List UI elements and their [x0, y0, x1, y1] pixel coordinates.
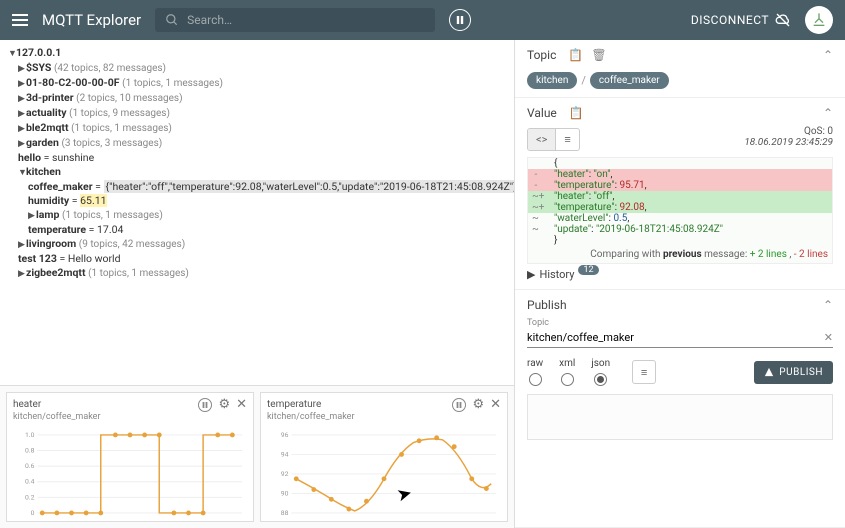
svg-text:0.6: 0.6: [25, 462, 35, 470]
tree-item[interactable]: ▶3d-printer (2 topics, 10 messages): [8, 91, 506, 106]
chart-subtitle: kitchen/coffee_maker: [13, 412, 247, 422]
history-toggle[interactable]: ▶ History 12: [527, 268, 833, 281]
publish-textarea[interactable]: [527, 394, 833, 440]
search-box[interactable]: [155, 8, 435, 32]
tree-item[interactable]: ▶zigbee2mqtt (1 topics, 1 messages): [8, 266, 506, 281]
search-icon: [165, 13, 179, 27]
app-title: MQTT Explorer: [42, 11, 141, 29]
svg-text:88: 88: [281, 509, 289, 517]
clear-icon[interactable]: ✕: [824, 331, 833, 344]
tree-item[interactable]: hello = sunshine: [8, 151, 506, 165]
panel-title: Topic: [527, 48, 556, 62]
gear-icon[interactable]: ⚙: [472, 397, 484, 412]
svg-text:90: 90: [281, 489, 289, 497]
pause-button[interactable]: [449, 9, 471, 31]
qos-label: QoS: 0: [588, 126, 833, 137]
format-xml[interactable]: xml: [559, 358, 575, 386]
right-panel: Topic 📋 🗑 ⌃ kitchen / coffee_maker Value…: [515, 40, 845, 528]
chart-pause-icon[interactable]: [198, 398, 212, 412]
disconnect-label: DISCONNECT: [691, 13, 769, 27]
tree-item[interactable]: ▶$SYS (42 topics, 82 messages): [8, 61, 506, 76]
tree-item[interactable]: test 123 = Hello world: [8, 252, 506, 266]
svg-text:0.2: 0.2: [25, 493, 35, 501]
publish-topic-input[interactable]: [527, 331, 824, 344]
tree-item-lamp[interactable]: ▶lamp (1 topics, 1 messages): [8, 208, 506, 223]
charts-row: heater ⚙ ✕ kitchen/coffee_maker 1.0 0: [0, 385, 514, 528]
compare-summary: Comparing with previous message: + 2 lin…: [528, 246, 832, 263]
close-icon[interactable]: ✕: [236, 397, 247, 412]
topic-field-label: Topic: [527, 318, 833, 328]
timestamp: 18.06.2019 23:45:29: [588, 137, 833, 148]
svg-text:0.8: 0.8: [25, 446, 35, 454]
format-raw[interactable]: raw: [527, 358, 543, 386]
history-count-badge: 12: [578, 265, 598, 275]
tree-item-temperature[interactable]: temperature = 17.04: [8, 223, 506, 237]
panel-title: Publish: [527, 298, 567, 312]
publish-panel: Publish ⌃ Topic ✕ raw xml json ≡ PUBLISH: [515, 290, 845, 528]
tree-item[interactable]: ▶actuality (1 topics, 9 messages): [8, 106, 506, 121]
menu-icon[interactable]: [12, 14, 28, 26]
topic-tree[interactable]: ▼127.0.0.1 ▶$SYS (42 topics, 82 messages…: [0, 40, 514, 385]
disconnect-button[interactable]: DISCONNECT: [691, 12, 791, 28]
trash-icon[interactable]: 🗑: [591, 48, 606, 62]
chart-temperature: temperature ⚙ ✕ kitchen/coffee_maker: [260, 392, 508, 522]
chart-heater: heater ⚙ ✕ kitchen/coffee_maker 1.0 0: [6, 392, 254, 522]
top-bar: MQTT Explorer DISCONNECT: [0, 0, 845, 40]
code-view-icon[interactable]: <>: [528, 129, 556, 150]
tree-item[interactable]: ▶01-80-C2-00-00-0F (1 topics, 1 messages…: [8, 76, 506, 91]
tree-item[interactable]: ▶livingroom (9 topics, 42 messages): [8, 237, 506, 252]
svg-text:94: 94: [281, 450, 289, 458]
publish-button[interactable]: PUBLISH: [754, 361, 833, 384]
chart-subtitle: kitchen/coffee_maker: [267, 412, 501, 422]
copy-icon[interactable]: 📋: [568, 48, 583, 62]
chevron-right-icon: ▶: [527, 268, 535, 281]
close-icon[interactable]: ✕: [490, 397, 501, 412]
panel-title: Value: [527, 106, 557, 120]
tree-item-coffee-maker[interactable]: coffee_maker = {"heater":"off","temperat…: [8, 180, 506, 194]
svg-text:92: 92: [281, 470, 289, 478]
history-label: History: [539, 268, 574, 281]
tree-item-kitchen[interactable]: ▼kitchen: [8, 165, 506, 180]
chart-body: 9694929088 ➤: [267, 424, 501, 519]
tree-item[interactable]: ▶ble2mqtt (1 topics, 1 messages): [8, 121, 506, 136]
chevron-up-icon[interactable]: ⌃: [823, 48, 833, 62]
format-json[interactable]: json: [591, 358, 610, 386]
diff-viewer: { - "heater": "on", - "temperature": 95.…: [527, 157, 833, 264]
publish-button-label: PUBLISH: [779, 367, 823, 378]
search-input[interactable]: [187, 13, 425, 27]
breadcrumb-chip[interactable]: kitchen: [527, 72, 577, 89]
cloud-off-icon: [775, 12, 791, 28]
svg-text:1.0: 1.0: [25, 431, 35, 439]
list-view-icon[interactable]: ≡: [556, 129, 578, 150]
chevron-up-icon[interactable]: ⌃: [823, 298, 833, 312]
avatar[interactable]: [805, 6, 833, 34]
tree-root[interactable]: ▼127.0.0.1: [8, 46, 506, 61]
svg-text:0: 0: [31, 509, 35, 517]
chart-body: 1.0 0.8 0.6 0.4 0.2 0: [13, 424, 247, 519]
svg-text:0.4: 0.4: [25, 478, 35, 486]
view-toggle[interactable]: <> ≡: [527, 128, 580, 151]
tree-item[interactable]: ▶garden (3 topics, 3 messages): [8, 136, 506, 151]
svg-text:96: 96: [281, 431, 289, 439]
value-panel: Value 📋 ⌃ <> ≡ QoS: 0 18.06.2019 23:45:2…: [515, 98, 845, 290]
gear-icon[interactable]: ⚙: [218, 397, 230, 412]
chevron-up-icon[interactable]: ⌃: [823, 106, 833, 120]
chart-title: heater: [13, 399, 41, 410]
breadcrumb-chip[interactable]: coffee_maker: [590, 72, 669, 89]
chart-title: temperature: [267, 399, 321, 410]
copy-icon[interactable]: 📋: [569, 106, 584, 120]
topic-panel: Topic 📋 🗑 ⌃ kitchen / coffee_maker: [515, 40, 845, 98]
format-align-icon[interactable]: ≡: [632, 360, 656, 384]
chart-pause-icon[interactable]: [452, 398, 466, 412]
tree-item-humidity[interactable]: humidity = 65.11: [8, 194, 506, 208]
